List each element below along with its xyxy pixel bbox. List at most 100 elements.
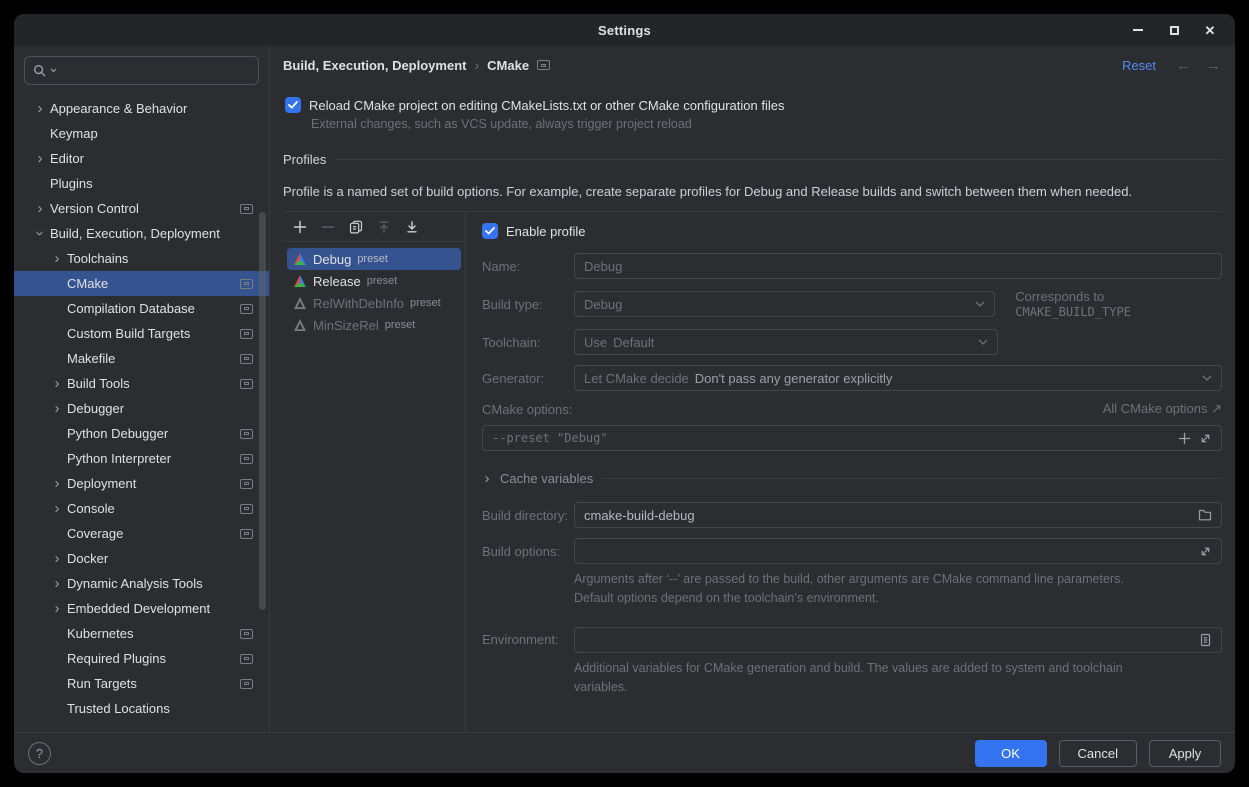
- sidebar-tree-item[interactable]: › Version Control: [14, 196, 269, 221]
- sidebar-tree-item[interactable]: › Editor: [14, 146, 269, 171]
- sidebar-tree-item[interactable]: › Makefile: [14, 346, 269, 371]
- sidebar-tree-item[interactable]: › Embedded Development: [14, 596, 269, 621]
- expand-icon[interactable]: [1199, 432, 1212, 445]
- tree-item-label: Appearance & Behavior: [50, 101, 187, 116]
- chevron-right-icon[interactable]: ›: [49, 401, 65, 416]
- help-button[interactable]: ?: [28, 742, 51, 765]
- cmake-options-field[interactable]: --preset "Debug": [482, 425, 1222, 451]
- chevron-right-icon[interactable]: ›: [49, 476, 65, 491]
- titlebar[interactable]: Settings ✕: [14, 14, 1235, 46]
- sidebar-scrollbar[interactable]: [259, 212, 266, 610]
- sidebar-tree-item[interactable]: › Run Targets: [14, 671, 269, 696]
- remove-profile-button[interactable]: [318, 217, 338, 237]
- expand-icon[interactable]: [1199, 545, 1212, 558]
- build-directory-value: cmake-build-debug: [584, 508, 695, 523]
- sidebar-tree-item[interactable]: › Toolchains: [14, 246, 269, 271]
- chevron-right-icon: ›: [482, 471, 492, 486]
- sidebar-tree-item[interactable]: › Trusted Locations: [14, 696, 269, 721]
- sidebar-tree-item[interactable]: › Debugger: [14, 396, 269, 421]
- tree-item-label: Trusted Locations: [67, 701, 170, 716]
- chevron-right-icon[interactable]: ›: [49, 601, 65, 616]
- build-directory-field[interactable]: cmake-build-debug: [574, 502, 1222, 528]
- search-input[interactable]: [60, 63, 250, 78]
- apply-button[interactable]: Apply: [1149, 740, 1221, 767]
- sidebar-tree-item[interactable]: › Console: [14, 496, 269, 521]
- reload-checkbox[interactable]: [285, 97, 301, 113]
- sidebar-tree-item[interactable]: › Coverage: [14, 521, 269, 546]
- project-level-icon: [240, 504, 253, 514]
- chevron-right-icon[interactable]: ›: [49, 501, 65, 516]
- tree-item-label: Toolchains: [67, 251, 128, 266]
- build-type-select[interactable]: Debug: [574, 291, 995, 317]
- sidebar-tree-item[interactable]: › Kubernetes: [14, 621, 269, 646]
- ok-button[interactable]: OK: [975, 740, 1047, 767]
- chevron-right-icon[interactable]: ›: [49, 251, 65, 266]
- enable-profile-row: Enable profile: [482, 223, 1222, 239]
- sidebar-tree-item[interactable]: › Python Interpreter: [14, 446, 269, 471]
- sidebar-tree-item[interactable]: › CMake: [14, 271, 269, 296]
- chevron-right-icon[interactable]: ›: [33, 226, 48, 242]
- reset-link[interactable]: Reset: [1122, 58, 1156, 73]
- sidebar-tree-item[interactable]: › Appearance & Behavior: [14, 96, 269, 121]
- toolchain-prefix: Use: [584, 335, 607, 350]
- profiles-section-header: Profiles: [283, 152, 1222, 167]
- move-up-button[interactable]: [374, 217, 394, 237]
- section-divider: [601, 478, 1222, 479]
- name-field[interactable]: Debug: [574, 253, 1222, 279]
- field-icons: [1198, 509, 1212, 521]
- close-button[interactable]: ✕: [1199, 19, 1221, 41]
- add-option-icon[interactable]: [1178, 432, 1191, 445]
- sidebar-tree-item[interactable]: › Keymap: [14, 121, 269, 146]
- sidebar-tree-item[interactable]: › Compilation Database: [14, 296, 269, 321]
- sidebar-tree-item[interactable]: › Build Tools: [14, 371, 269, 396]
- chevron-right-icon[interactable]: ›: [32, 151, 48, 166]
- cancel-button[interactable]: Cancel: [1059, 740, 1137, 767]
- name-row: Name: Debug: [482, 253, 1222, 279]
- profile-list-item[interactable]: Debug preset: [287, 248, 461, 270]
- sidebar-tree-item[interactable]: › Python Debugger: [14, 421, 269, 446]
- duplicate-profile-button[interactable]: [346, 217, 366, 237]
- back-arrow-icon[interactable]: ←: [1176, 57, 1191, 74]
- forward-arrow-icon[interactable]: →: [1206, 57, 1221, 74]
- tree-item-label: Plugins: [50, 176, 93, 191]
- sidebar-tree-item[interactable]: › Deployment: [14, 471, 269, 496]
- build-options-help: Arguments after ‘--’ are passed to the b…: [574, 570, 1222, 609]
- breadcrumb-item-parent[interactable]: Build, Execution, Deployment: [283, 58, 466, 73]
- tree-item-label: Debugger: [67, 401, 124, 416]
- arrow-up-to-line-icon: [377, 220, 391, 234]
- sidebar-tree-item[interactable]: › Dynamic Analysis Tools: [14, 571, 269, 596]
- folder-icon[interactable]: [1198, 509, 1212, 521]
- sidebar-tree-item[interactable]: › Custom Build Targets: [14, 321, 269, 346]
- breadcrumb-item-current[interactable]: CMake: [487, 58, 529, 73]
- sidebar-tree-item[interactable]: › Required Plugins: [14, 646, 269, 671]
- chevron-right-icon[interactable]: ›: [49, 376, 65, 391]
- settings-search-box[interactable]: [24, 56, 259, 85]
- variables-list-icon[interactable]: [1199, 633, 1212, 647]
- chevron-right-icon[interactable]: ›: [49, 551, 65, 566]
- profile-list-item[interactable]: Release preset: [287, 270, 461, 292]
- toolchain-select[interactable]: Use Default: [574, 329, 998, 355]
- add-profile-button[interactable]: [290, 217, 310, 237]
- profile-list-item[interactable]: RelWithDebInfo preset: [287, 292, 461, 314]
- environment-field[interactable]: [574, 627, 1222, 653]
- move-down-button[interactable]: [402, 217, 422, 237]
- cmake-icon: [293, 274, 307, 288]
- sidebar-tree-item[interactable]: › Plugins: [14, 171, 269, 196]
- build-options-row: Build options:: [482, 538, 1222, 564]
- cache-variables-toggle[interactable]: › Cache variables: [482, 471, 1222, 486]
- profile-list-item[interactable]: MinSizeRel preset: [287, 314, 461, 336]
- chevron-right-icon[interactable]: ›: [32, 101, 48, 116]
- build-options-field[interactable]: [574, 538, 1222, 564]
- minimize-button[interactable]: [1127, 19, 1149, 41]
- generator-select[interactable]: Let CMake decide Don't pass any generato…: [574, 365, 1222, 391]
- minus-icon: [321, 220, 335, 234]
- sidebar-tree-item[interactable]: › Docker: [14, 546, 269, 571]
- chevron-right-icon[interactable]: ›: [49, 576, 65, 591]
- maximize-button[interactable]: [1163, 19, 1185, 41]
- chevron-right-icon[interactable]: ›: [32, 201, 48, 216]
- enable-profile-checkbox[interactable]: [482, 223, 498, 239]
- tree-item-label: Coverage: [67, 526, 123, 541]
- sidebar-tree-item[interactable]: › Build, Execution, Deployment: [14, 221, 269, 246]
- settings-window: Settings ✕ › Appearance & Behavior ›: [14, 14, 1235, 773]
- all-cmake-options-link[interactable]: All CMake options ↗: [1103, 401, 1222, 417]
